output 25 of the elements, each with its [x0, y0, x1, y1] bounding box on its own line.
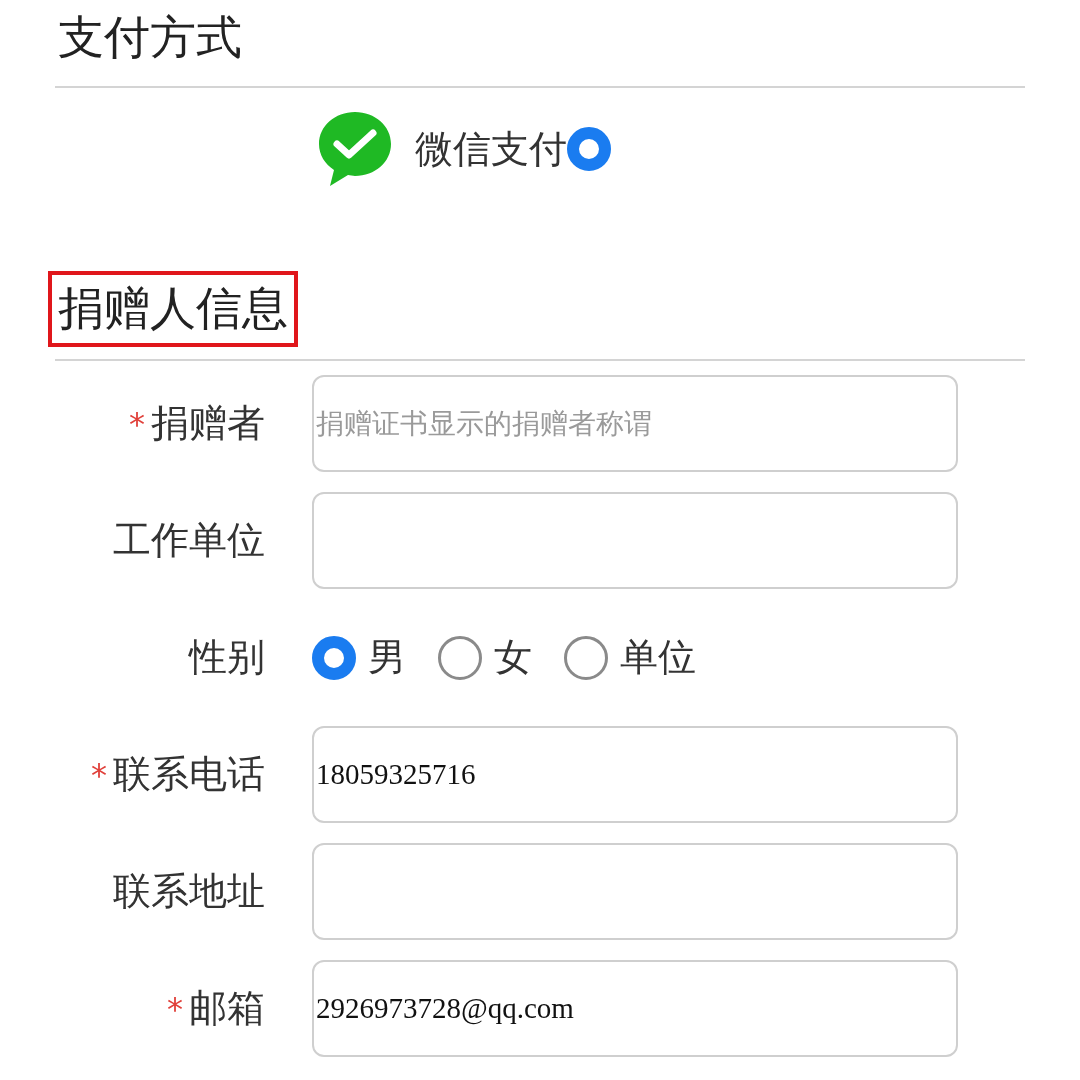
radio-option-label[interactable]: 男 — [368, 629, 406, 686]
input-field[interactable]: 18059325716 — [312, 726, 958, 823]
radio-option-label[interactable]: 单位 — [620, 629, 696, 686]
section-title: 捐赠人信息 — [48, 271, 298, 347]
section-title: 支付方式 — [55, 0, 1025, 88]
input-field[interactable] — [312, 492, 958, 589]
chat-bubble-check-icon — [317, 110, 393, 188]
radio-button[interactable] — [312, 635, 356, 680]
radio-button[interactable] — [567, 127, 611, 171]
input-field[interactable]: 捐赠证书显示的捐赠者称谓 — [312, 375, 958, 472]
radio-option-label[interactable]: 女 — [494, 629, 532, 686]
field-label: 性别 — [189, 634, 265, 681]
required-asterisk: * — [129, 403, 145, 445]
field-label: 联系电话 — [113, 751, 265, 798]
field-label: 工作单位 — [113, 517, 265, 564]
radio-button[interactable] — [564, 635, 608, 680]
field-label: 联系地址 — [113, 868, 265, 915]
field-label: 邮箱 — [189, 985, 265, 1032]
payment-option-label: 微信支付 — [415, 125, 567, 173]
field-label: 捐赠者 — [151, 400, 265, 447]
required-asterisk: * — [91, 754, 107, 796]
required-asterisk: * — [167, 988, 183, 1030]
input-field[interactable]: 2926973728@qq.com — [312, 960, 958, 1057]
input-field[interactable] — [312, 843, 958, 940]
radio-button[interactable] — [438, 635, 482, 680]
